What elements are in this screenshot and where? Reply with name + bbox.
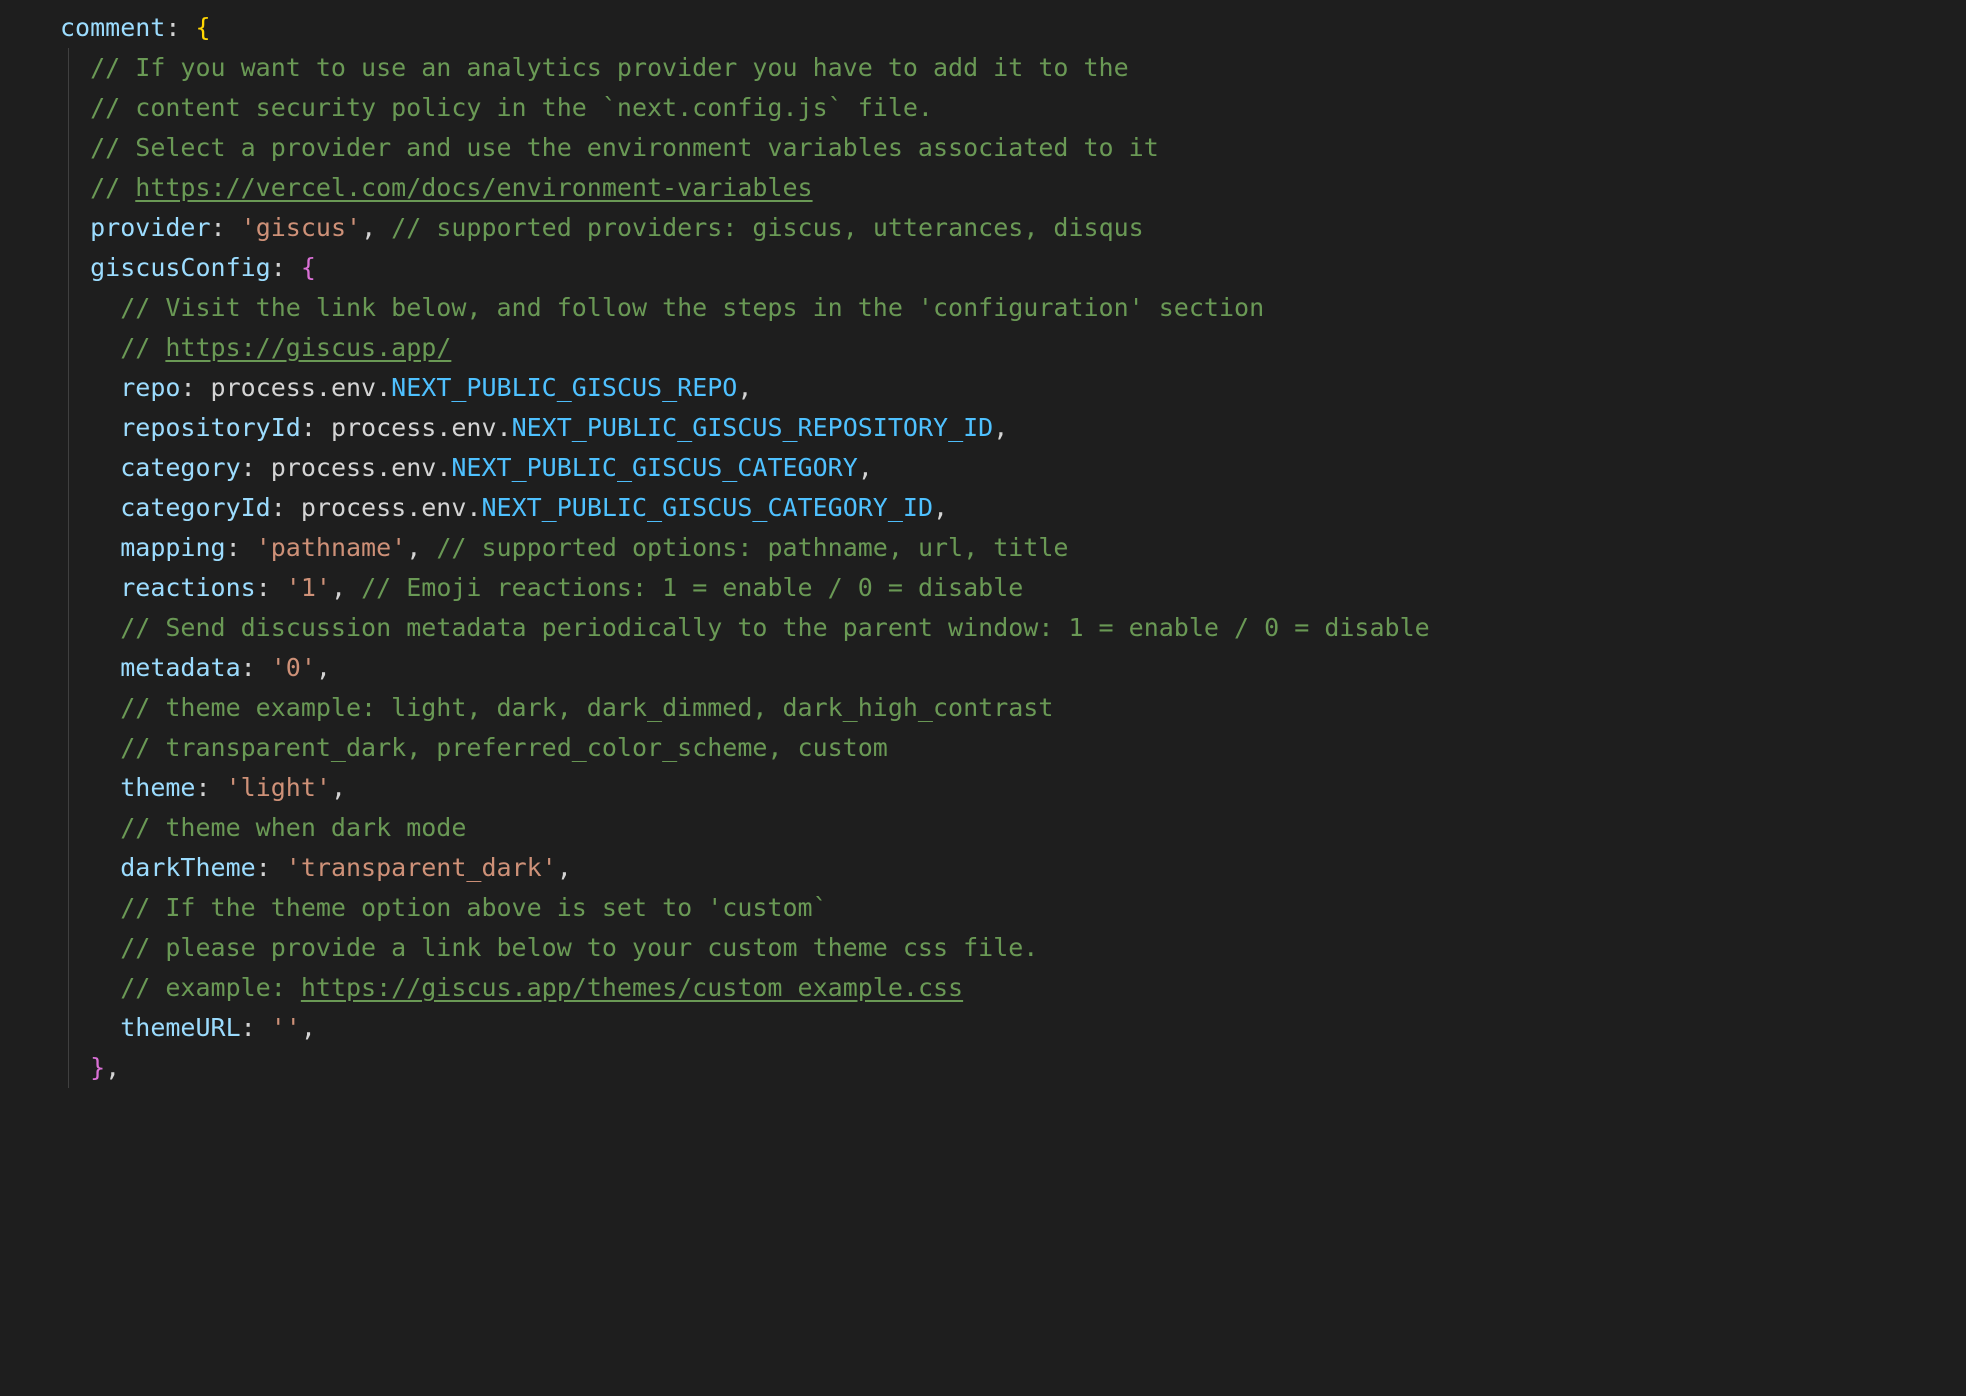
object-key: repositoryId (120, 413, 301, 442)
code-line[interactable]: }, (0, 1048, 1966, 1088)
comment-link[interactable]: https://giscus.app/themes/custom_example… (301, 973, 963, 1002)
comment-text: // supported options: pathname, url, tit… (436, 533, 1068, 562)
code-line[interactable]: // please provide a link below to your c… (0, 928, 1966, 968)
code-line[interactable]: category: process.env.NEXT_PUBLIC_GISCUS… (0, 448, 1966, 488)
object-key: giscusConfig (90, 253, 271, 282)
open-brace: { (301, 253, 316, 282)
code-line[interactable]: reactions: '1', // Emoji reactions: 1 = … (0, 568, 1966, 608)
code-line[interactable]: comment: { (0, 8, 1966, 48)
string-literal: 'transparent_dark' (286, 853, 557, 882)
object-key: theme (120, 773, 195, 802)
string-literal: '' (271, 1013, 301, 1042)
code-line[interactable]: giscusConfig: { (0, 248, 1966, 288)
comment-text: // theme when dark mode (120, 813, 466, 842)
code-line[interactable]: repositoryId: process.env.NEXT_PUBLIC_GI… (0, 408, 1966, 448)
code-line[interactable]: // content security policy in the `next.… (0, 88, 1966, 128)
comment-text: // transparent_dark, preferred_color_sch… (120, 733, 888, 762)
comment-text: // Emoji reactions: 1 = enable / 0 = dis… (361, 573, 1023, 602)
comment-text: // If you want to use an analytics provi… (90, 53, 1129, 82)
comment-text: // supported providers: giscus, utteranc… (391, 213, 1144, 242)
code-line[interactable]: // If the theme option above is set to '… (0, 888, 1966, 928)
comment-text: // please provide a link below to your c… (120, 933, 1038, 962)
object-key: mapping (120, 533, 225, 562)
object-key: provider (90, 213, 210, 242)
colon: : (165, 13, 195, 42)
member-access: process.env. (211, 373, 392, 402)
comment-text: // content security policy in the `next.… (90, 93, 933, 122)
comment-link[interactable]: https://vercel.com/docs/environment-vari… (135, 173, 812, 202)
comment-prefix: // example: (120, 973, 301, 1002)
code-line[interactable]: // https://vercel.com/docs/environment-v… (0, 168, 1966, 208)
env-variable: NEXT_PUBLIC_GISCUS_CATEGORY (451, 453, 857, 482)
comment-link[interactable]: https://giscus.app/ (165, 333, 451, 362)
object-key: reactions (120, 573, 255, 602)
code-line[interactable]: // Visit the link below, and follow the … (0, 288, 1966, 328)
string-literal: '1' (286, 573, 331, 602)
string-literal: '0' (271, 653, 316, 682)
string-literal: 'pathname' (256, 533, 407, 562)
comment-text: // Select a provider and use the environ… (90, 133, 1159, 162)
close-brace: } (90, 1053, 105, 1082)
env-variable: NEXT_PUBLIC_GISCUS_CATEGORY_ID (481, 493, 933, 522)
code-line[interactable]: // Select a provider and use the environ… (0, 128, 1966, 168)
code-line[interactable]: provider: 'giscus', // supported provide… (0, 208, 1966, 248)
code-line[interactable]: metadata: '0', (0, 648, 1966, 688)
code-editor[interactable]: comment: { // If you want to use an anal… (0, 0, 1966, 1096)
code-line[interactable]: // Send discussion metadata periodically… (0, 608, 1966, 648)
comment-text: // Visit the link below, and follow the … (120, 293, 1264, 322)
code-line[interactable]: themeURL: '', (0, 1008, 1966, 1048)
object-key: repo (120, 373, 180, 402)
object-key: comment (60, 13, 165, 42)
code-line[interactable]: theme: 'light', (0, 768, 1966, 808)
object-key: metadata (120, 653, 240, 682)
member-access: process.env. (271, 453, 452, 482)
comment-text: // If the theme option above is set to '… (120, 893, 827, 922)
code-line[interactable]: // theme example: light, dark, dark_dimm… (0, 688, 1966, 728)
code-line[interactable]: repo: process.env.NEXT_PUBLIC_GISCUS_REP… (0, 368, 1966, 408)
member-access: process.env. (331, 413, 512, 442)
code-line[interactable]: // transparent_dark, preferred_color_sch… (0, 728, 1966, 768)
env-variable: NEXT_PUBLIC_GISCUS_REPO (391, 373, 737, 402)
object-key: darkTheme (120, 853, 255, 882)
code-line[interactable]: // If you want to use an analytics provi… (0, 48, 1966, 88)
string-literal: 'light' (226, 773, 331, 802)
code-line[interactable]: categoryId: process.env.NEXT_PUBLIC_GISC… (0, 488, 1966, 528)
member-access: process.env. (301, 493, 482, 522)
object-key: themeURL (120, 1013, 240, 1042)
string-literal: 'giscus' (241, 213, 361, 242)
code-line[interactable]: // example: https://giscus.app/themes/cu… (0, 968, 1966, 1008)
object-key: category (120, 453, 240, 482)
comment-prefix: // (120, 333, 165, 362)
code-line[interactable]: mapping: 'pathname', // supported option… (0, 528, 1966, 568)
comment-text: // Send discussion metadata periodically… (120, 613, 1429, 642)
comment-text: // theme example: light, dark, dark_dimm… (120, 693, 1053, 722)
code-line[interactable]: // https://giscus.app/ (0, 328, 1966, 368)
object-key: categoryId (120, 493, 271, 522)
code-line[interactable]: darkTheme: 'transparent_dark', (0, 848, 1966, 888)
comment-prefix: // (90, 173, 135, 202)
open-brace: { (195, 13, 210, 42)
env-variable: NEXT_PUBLIC_GISCUS_REPOSITORY_ID (512, 413, 994, 442)
code-line[interactable]: // theme when dark mode (0, 808, 1966, 848)
